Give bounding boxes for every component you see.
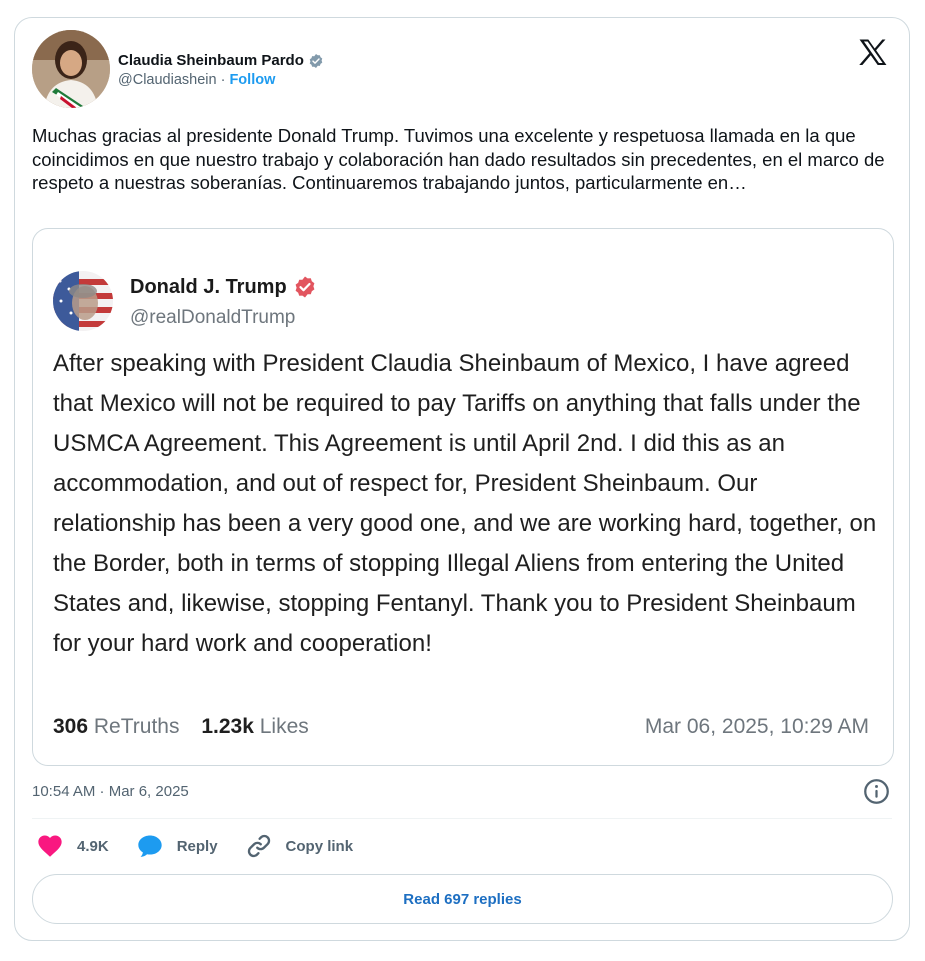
quoted-likes-count: 1.23k <box>201 715 254 738</box>
tweet-text: Muchas gracias al presidente Donald Trum… <box>32 125 885 193</box>
author-avatar[interactable] <box>32 30 110 108</box>
retruths-count: 306 <box>53 715 89 738</box>
divider <box>32 818 892 819</box>
author-name-text[interactable]: Claudia Sheinbaum Pardo <box>118 52 304 69</box>
quoted-post-date: Mar 06, 2025, 10:29 AM <box>644 715 869 738</box>
follow-button[interactable]: Follow <box>229 72 275 88</box>
quoted-likes-stat: 1.23k Likes <box>201 715 308 738</box>
heart-icon <box>38 835 62 857</box>
reply-label: Reply <box>176 837 218 855</box>
like-button[interactable]: 4.9K <box>36 832 109 860</box>
quoted-author-name-text: Donald J. Trump <box>130 275 287 298</box>
copy-link-button[interactable]: Copy link <box>245 832 354 860</box>
tweet-timestamp[interactable]: 10:54 AM · Mar 6, 2025 <box>32 783 189 800</box>
reply-button[interactable]: Reply <box>136 832 218 860</box>
tweet-card: Claudia Sheinbaum Pardo @Claudiashein · … <box>14 17 910 941</box>
quoted-likes-label: Likes <box>259 715 309 738</box>
info-icon[interactable] <box>863 778 890 805</box>
copy-link-label: Copy link <box>285 837 354 855</box>
author-handle-row: @Claudiashein · Follow <box>118 72 275 88</box>
author-handle[interactable]: @Claudiashein <box>118 72 217 88</box>
x-logo-icon[interactable] <box>855 36 891 70</box>
quoted-author-handle: @realDonaldTrump <box>130 307 296 328</box>
quoted-post[interactable]: Donald J. Trump @realDonaldTrump After s… <box>32 228 894 766</box>
retruths-stat: 306 ReTruths <box>53 715 179 738</box>
verified-badge-icon <box>309 53 323 68</box>
retruths-label: ReTruths <box>93 715 180 738</box>
link-icon <box>247 834 270 858</box>
read-replies-button[interactable]: Read 697 replies <box>32 874 893 924</box>
quoted-author-name: Donald J. Trump <box>130 275 317 299</box>
quoted-post-stats: 306 ReTruths 1.23k Likes <box>53 715 325 739</box>
action-bar: 4.9K Reply Copy link <box>36 832 380 860</box>
quoted-author-avatar <box>53 271 113 331</box>
truth-verified-icon <box>295 276 315 298</box>
handle-separator: · <box>216 72 230 88</box>
quoted-post-body: After speaking with President Claudia Sh… <box>53 350 877 657</box>
author-name[interactable]: Claudia Sheinbaum Pardo <box>118 52 324 69</box>
like-count: 4.9K <box>77 837 109 855</box>
reply-bubble-icon <box>138 835 162 857</box>
quoted-post-footer: 306 ReTruths 1.23k Likes Mar 06, 2025, 1… <box>53 715 869 739</box>
